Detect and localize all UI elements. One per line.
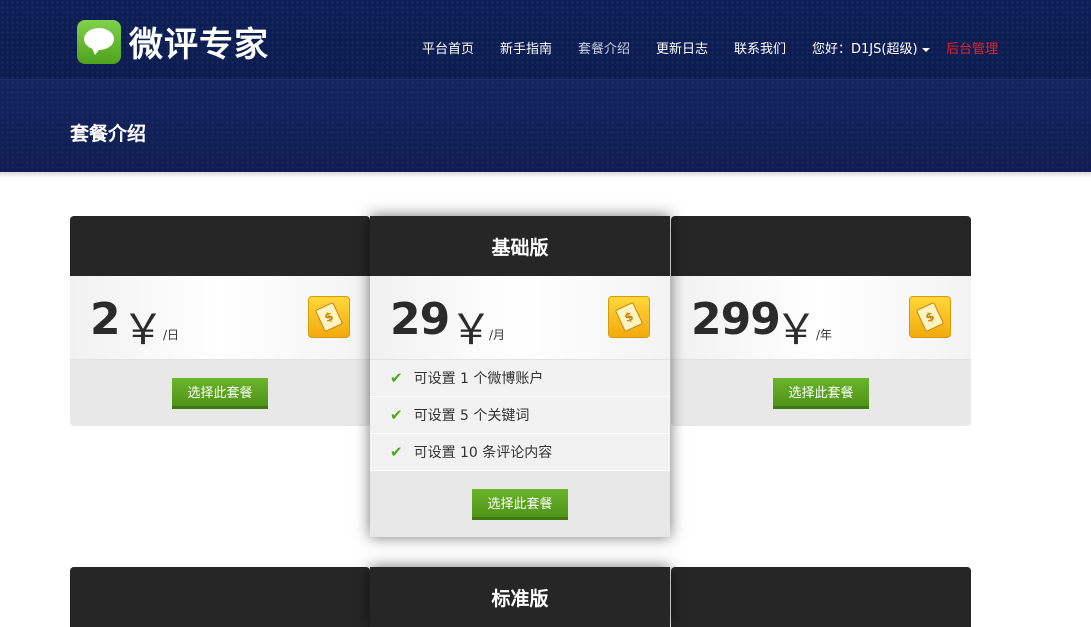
page-title: 套餐介绍 <box>70 123 147 145</box>
price-unit: /年 <box>816 328 833 342</box>
speech-bubble-icon <box>77 19 121 64</box>
currency-symbol: ￥ <box>450 305 493 354</box>
plan-daily: 2 ￥ /日 $ 选择此套餐 <box>70 216 370 426</box>
feature-item: ✔ 可设置 10 条评论内容 <box>370 434 670 471</box>
plan-header: 标准版 <box>370 567 670 627</box>
price-area: 29 ￥ /月 $ <box>370 276 670 360</box>
select-plan-button[interactable]: 选择此套餐 <box>172 377 268 409</box>
price-value: 29 <box>390 294 450 345</box>
feature-item: ✔ 可设置 5 个关键词 <box>370 397 670 434</box>
nav-home[interactable]: 平台首页 <box>422 38 474 57</box>
plan-left-2 <box>70 567 370 627</box>
price-value: 299 <box>691 294 781 345</box>
user-menu[interactable]: 您好：D1JS(超级) <box>812 38 930 57</box>
logo-text: 微评专家 <box>129 25 269 65</box>
plan-standard: 标准版 <box>370 567 670 627</box>
nav-guide[interactable]: 新手指南 <box>500 38 552 57</box>
price-tag-icon: $ <box>308 296 350 338</box>
plan-header <box>671 216 971 276</box>
plan-yearly: 299 ￥ /年 $ 选择此套餐 <box>671 216 971 426</box>
select-plan-button[interactable]: 选择此套餐 <box>472 488 568 520</box>
user-greeting: 您好：D1JS(超级) <box>812 42 918 57</box>
select-plan-button[interactable]: 选择此套餐 <box>773 377 869 409</box>
check-icon: ✔ <box>390 406 403 424</box>
price-tag-icon: $ <box>608 296 650 338</box>
check-icon: ✔ <box>390 443 403 461</box>
price-value: 2 <box>90 294 121 345</box>
check-icon: ✔ <box>390 369 403 387</box>
feature-list: ✔ 可设置 1 个微博账户 ✔ 可设置 5 个关键词 ✔ 可设置 10 条评论内… <box>370 360 670 471</box>
caret-down-icon <box>921 47 930 52</box>
plan-right-2 <box>671 567 971 627</box>
price-unit: /日 <box>163 328 180 342</box>
currency-symbol: ￥ <box>122 305 165 354</box>
plan-basic: 基础版 29 ￥ /月 $ ✔ 可设置 1 个微博账户 ✔ 可设置 5 个关键词… <box>370 216 670 537</box>
price-tag-icon: $ <box>909 296 951 338</box>
nav-contact[interactable]: 联系我们 <box>734 38 786 57</box>
logo[interactable]: 微评专家 <box>77 17 269 66</box>
price-area: 299 ￥ /年 $ <box>671 276 971 360</box>
price-unit: /月 <box>489 328 506 342</box>
price-area: 2 ￥ /日 $ <box>70 276 370 360</box>
nav-changelog[interactable]: 更新日志 <box>656 38 708 57</box>
plan-header: 基础版 <box>370 216 670 276</box>
plan-header <box>70 216 370 276</box>
nav-plans[interactable]: 套餐介绍 <box>578 38 630 57</box>
nav-admin[interactable]: 后台管理 <box>946 38 998 57</box>
feature-item: ✔ 可设置 1 个微博账户 <box>370 360 670 397</box>
page-banner: 套餐介绍 <box>0 80 1091 172</box>
currency-symbol: ￥ <box>775 305 818 354</box>
top-header: 微评专家 平台首页 新手指南 套餐介绍 更新日志 联系我们 您好：D1JS(超级… <box>0 0 1091 80</box>
